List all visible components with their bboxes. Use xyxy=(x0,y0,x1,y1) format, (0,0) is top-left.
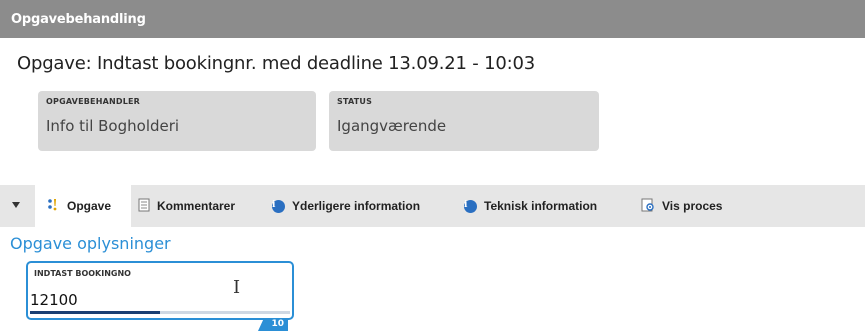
tab-yderligere-label: Yderligere information xyxy=(292,199,421,213)
handler-value: Info til Bogholderi xyxy=(46,117,180,135)
task-title: Opgave: Indtast bookingnr. med deadline … xyxy=(17,53,535,74)
app-header: Opgavebehandling xyxy=(0,0,865,38)
tab-yderligere-information[interactable]: i Yderligere information xyxy=(272,185,420,227)
process-icon xyxy=(641,198,655,215)
tab-teknisk-information[interactable]: i Teknisk information xyxy=(464,185,597,227)
app-title: Opgavebehandling xyxy=(11,12,146,27)
tab-kommentarer-label: Kommentarer xyxy=(157,199,236,213)
booking-field[interactable]: INDTAST BOOKINGNO I xyxy=(26,261,294,320)
collapse-caret-icon[interactable] xyxy=(12,202,20,208)
booking-number-input[interactable] xyxy=(30,291,230,309)
tab-teknisk-label: Teknisk information xyxy=(484,199,598,213)
task-icon xyxy=(46,198,60,215)
text-cursor-icon: I xyxy=(233,277,241,298)
tab-vis-proces[interactable]: Vis proces xyxy=(641,185,722,227)
handler-caption: OPGAVEBEHANDLER xyxy=(46,97,141,106)
handler-card: OPGAVEBEHANDLER Info til Bogholderi xyxy=(38,91,316,151)
section-title: Opgave oplysninger xyxy=(10,234,171,253)
tab-vis-proces-label: Vis proces xyxy=(662,199,723,213)
info-icon: i xyxy=(272,199,285,213)
status-card: STATUS Igangværende xyxy=(329,91,599,151)
tab-kommentarer[interactable]: Kommentarer xyxy=(138,185,235,227)
tab-opgave[interactable]: Opgave xyxy=(35,185,131,227)
document-icon xyxy=(138,198,150,215)
length-progress-fill xyxy=(30,311,160,314)
tab-bar: Opgave Kommentarer i Yderligere informat… xyxy=(0,185,865,227)
status-caption: STATUS xyxy=(337,97,373,106)
booking-field-caption: INDTAST BOOKINGNO xyxy=(34,269,131,278)
status-value: Igangværende xyxy=(337,117,447,135)
tab-opgave-label: Opgave xyxy=(67,199,112,213)
info-icon: i xyxy=(464,199,477,213)
length-progress-track xyxy=(30,311,290,314)
